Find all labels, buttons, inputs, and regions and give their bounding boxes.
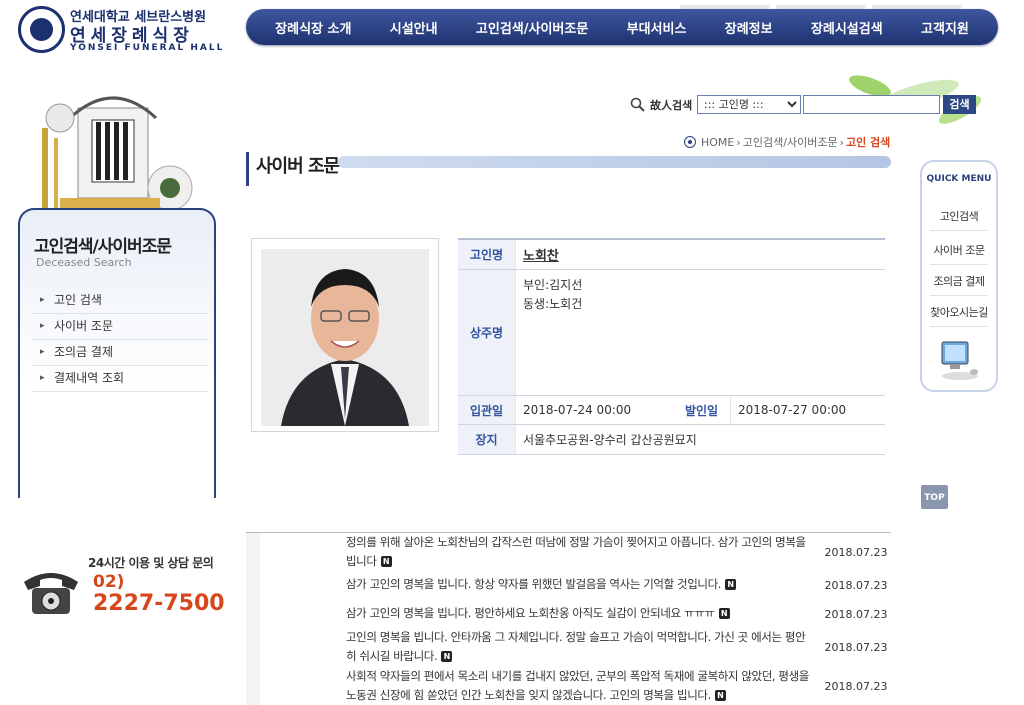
university-emblem-icon	[18, 6, 65, 53]
message-text: 삼가 고인의 명복을 빕니다. 항상 약자를 위했던 발걸음을 역사는 기억할 …	[346, 575, 811, 595]
message-text: 삼가 고인의 명복을 빕니다. 평안하세요 노회찬옹 아직도 실감이 안되네요 …	[346, 604, 811, 624]
page-title-text: 사이버 조문	[256, 156, 340, 177]
contact-box: 24시간 이용 및 상담 문의 02) 2227-7500	[18, 552, 225, 624]
nav-item-intro[interactable]: 장례식장 소개	[275, 18, 351, 37]
new-badge-icon: N	[441, 651, 453, 662]
deceased-photo	[261, 249, 429, 426]
sidebar: 고인검색/사이버조문 Deceased Search 고인 검색 사이버 조문 …	[18, 208, 216, 498]
page-title: 사이버 조문	[246, 150, 891, 190]
new-badge-icon: N	[725, 579, 737, 590]
burial-place: 서울추모공원-양수리 갑산공원묘지	[515, 425, 885, 454]
message-date: 2018.07.23	[824, 578, 888, 592]
sidebar-item-condolence-payment[interactable]: 조의금 결제	[32, 340, 208, 366]
message-date: 2018.07.23	[824, 679, 888, 693]
admission-date: 2018-07-24 00:00	[515, 396, 673, 424]
deceased-photo-frame	[251, 238, 439, 432]
condolence-message-list: 정의를 위해 살아온 노회찬님의 갑작스런 떠남에 정말 가슴이 찢어지고 아픕…	[246, 532, 891, 705]
new-badge-icon: N	[714, 690, 726, 701]
list-item: 삼가 고인의 명복을 빕니다. 평안하세요 노회찬옹 아직도 실감이 안되네요 …	[346, 604, 891, 624]
nav-item-deceased-search[interactable]: 고인검색/사이버조문	[476, 18, 588, 37]
sidebar-item-cyber-condolence[interactable]: 사이버 조문	[32, 314, 208, 340]
quick-menu: QUICK MENU 고인검색 사이버 조문 조의금 결제 찾아오시는길	[920, 160, 998, 392]
telephone-icon	[24, 573, 78, 614]
home-icon	[684, 136, 696, 148]
scroll-top-button[interactable]: TOP	[921, 485, 948, 509]
deceased-name: 노회찬	[515, 240, 885, 269]
departure-label: 발인일	[673, 396, 730, 424]
quick-menu-deceased-search[interactable]: 고인검색	[930, 208, 988, 231]
list-item: 정의를 위해 살아온 노회찬님의 갑작스런 떠남에 정말 가슴이 찢어지고 아픕…	[346, 533, 891, 571]
list-item: 고인의 명복을 빕니다. 안타까움 그 자체입니다. 정말 슬프고 가슴이 먹먹…	[346, 628, 891, 666]
list-item: 사회적 약자들의 편에서 목소리 내기를 겁내지 않았던, 군부의 폭압적 독재…	[346, 667, 891, 705]
memorial-altar-illustration	[42, 96, 193, 212]
table-row: 고인명 노회찬	[458, 240, 885, 270]
search-label: 故人검색	[650, 99, 693, 112]
departure-date: 2018-07-27 00:00	[730, 396, 885, 424]
nav-item-facilities[interactable]: 시설안내	[390, 18, 438, 37]
search-input[interactable]	[803, 95, 940, 114]
page-title-accent	[246, 152, 249, 186]
mourners-list: 부인:김지선 동생:노회건	[515, 270, 885, 395]
message-date: 2018.07.23	[824, 640, 888, 654]
message-text: 사회적 약자들의 편에서 목소리 내기를 겁내지 않았던, 군부의 폭압적 독재…	[346, 669, 809, 702]
contact-area-code: 02)	[93, 572, 125, 592]
logo-english-name: YONSEI FUNERAL HALL	[70, 43, 225, 53]
nav-item-services[interactable]: 부대서비스	[627, 18, 687, 37]
search-type-select[interactable]: ::: 고인명 :::	[697, 95, 801, 114]
message-date: 2018.07.23	[824, 545, 888, 559]
table-row: 입관일 2018-07-24 00:00 발인일 2018-07-27 00:0…	[458, 396, 885, 425]
page-title-underline	[338, 156, 891, 168]
contact-caption: 24시간 이용 및 상담 문의	[88, 556, 214, 570]
sidebar-subtitle: Deceased Search	[36, 256, 132, 269]
list-item: 삼가 고인의 명복을 빕니다. 항상 약자를 위했던 발걸음을 역사는 기억할 …	[346, 575, 891, 595]
mourners-label: 상주명	[458, 270, 515, 395]
burial-label: 장지	[458, 425, 515, 454]
new-badge-icon: N	[718, 608, 730, 619]
sidebar-item-deceased-search[interactable]: 고인 검색	[32, 288, 208, 314]
breadcrumb-separator: ›	[839, 135, 844, 149]
table-row: 상주명 부인:김지선 동생:노회건	[458, 270, 885, 396]
breadcrumb: HOME › 고인검색/사이버조문 › 고인 검색	[684, 134, 890, 150]
contact-phone-number: 2227-7500	[93, 591, 225, 616]
message-text: 고인의 명복을 빕니다. 안타까움 그 자체입니다. 정말 슬프고 가슴이 먹먹…	[346, 630, 806, 663]
message-date: 2018.07.23	[824, 607, 888, 621]
quick-menu-cyber-condolence[interactable]: 사이버 조문	[930, 242, 988, 265]
message-text: 정의를 위해 살아온 노회찬님의 갑작스런 떠남에 정말 가슴이 찢어지고 아픕…	[346, 535, 806, 568]
sidebar-menu: 고인 검색 사이버 조문 조의금 결제 결제내역 조회	[32, 288, 208, 392]
quick-menu-directions[interactable]: 찾아오시는길	[930, 304, 988, 327]
computer-icon	[941, 341, 978, 380]
search-button[interactable]: 검색	[943, 95, 976, 114]
deceased-info-table: 고인명 노회찬 상주명 부인:김지선 동생:노회건 입관일 2018-07-24…	[458, 238, 885, 455]
sidebar-title: 고인검색/사이버조문	[34, 237, 172, 257]
admission-label: 입관일	[458, 396, 515, 424]
name-label: 고인명	[458, 240, 515, 269]
breadcrumb-separator: ›	[736, 135, 741, 149]
mourner-item: 부인:김지선	[523, 278, 583, 292]
nav-item-facility-search[interactable]: 장례시설검색	[811, 18, 883, 37]
breadcrumb-home[interactable]: HOME	[701, 136, 734, 149]
table-row: 장지 서울추모공원-양수리 갑산공원묘지	[458, 425, 885, 455]
quick-menu-title: QUICK MENU	[926, 174, 992, 184]
mourner-item: 동생:노회건	[523, 297, 583, 311]
quick-menu-condolence-payment[interactable]: 조의금 결제	[930, 273, 988, 296]
global-navigation: 장례식장 소개 시설안내 고인검색/사이버조문 부대서비스 장례정보 장례시설검…	[246, 9, 998, 45]
breadcrumb-section[interactable]: 고인검색/사이버조문	[743, 134, 838, 150]
nav-item-customer-support[interactable]: 고객지원	[921, 18, 969, 37]
breadcrumb-current: 고인 검색	[845, 136, 891, 149]
site-logo[interactable]: 연세대학교 세브란스병원 연세장례식장 YONSEI FUNERAL HALL	[18, 6, 228, 56]
nav-item-funeral-info[interactable]: 장례정보	[725, 18, 773, 37]
search-icon	[630, 97, 645, 112]
sidebar-item-payment-history[interactable]: 결제내역 조회	[32, 366, 208, 392]
deceased-search-bar: 故人검색 ::: 고인명 ::: 검색	[630, 94, 980, 116]
top-utility-tabs	[680, 0, 1010, 11]
new-badge-icon: N	[380, 556, 392, 567]
